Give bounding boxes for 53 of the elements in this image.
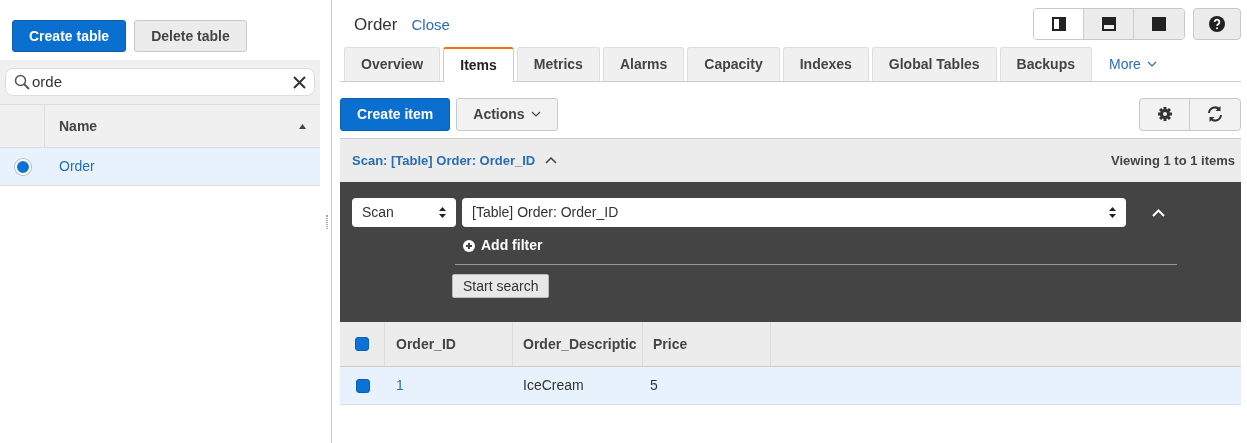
full-view-button[interactable] bbox=[1134, 9, 1184, 39]
split-horizontal-icon bbox=[1101, 17, 1116, 31]
help-icon bbox=[1209, 16, 1225, 32]
column-header[interactable]: Name bbox=[59, 115, 98, 137]
column-header[interactable]: Price bbox=[653, 333, 688, 355]
tab[interactable]: Alarms bbox=[602, 47, 685, 81]
item-count: Viewing 1 to 1 items bbox=[1110, 151, 1236, 170]
checkbox[interactable] bbox=[355, 378, 370, 393]
updown-icon bbox=[1109, 207, 1116, 218]
tab[interactable]: Backups bbox=[999, 47, 1092, 81]
split-vertical-icon bbox=[1051, 17, 1066, 31]
chevron-up-icon[interactable] bbox=[545, 157, 558, 164]
tab[interactable]: Items bbox=[443, 47, 514, 82]
resize-handle-icon[interactable] bbox=[325, 214, 328, 229]
close-icon[interactable] bbox=[293, 75, 306, 89]
column-header[interactable]: Order_ID bbox=[396, 333, 456, 355]
table-title: Order bbox=[354, 14, 398, 36]
start-search-button[interactable]: Start search bbox=[452, 274, 550, 298]
help-button[interactable] bbox=[1193, 8, 1241, 40]
item-link[interactable]: 1 bbox=[396, 377, 404, 393]
radio-button[interactable] bbox=[14, 158, 31, 175]
delete-table-button[interactable]: Delete table bbox=[134, 20, 247, 52]
create-item-button[interactable]: Create item bbox=[340, 97, 451, 131]
refresh-icon bbox=[1206, 105, 1224, 123]
chevron-down-icon bbox=[530, 111, 541, 117]
plus-circle-icon bbox=[463, 239, 475, 252]
chevron-down-icon bbox=[1146, 61, 1157, 67]
add-filter-button[interactable]: Add filter bbox=[481, 235, 543, 256]
split-horizontal-view-button[interactable] bbox=[1084, 9, 1134, 39]
tab[interactable]: Global Tables bbox=[871, 47, 997, 81]
tab[interactable]: Overview bbox=[344, 47, 441, 81]
search-icon bbox=[14, 74, 30, 90]
sort-arrow-icon bbox=[299, 123, 306, 129]
search-bar[interactable]: orde bbox=[5, 68, 315, 96]
column-header[interactable]: Order_Descriptic bbox=[523, 333, 637, 355]
table-name-link[interactable]: Order bbox=[45, 156, 95, 177]
updown-icon bbox=[439, 207, 446, 218]
table-cell: IceCream bbox=[523, 377, 584, 393]
settings-icon bbox=[1157, 107, 1172, 121]
scan-mode-select[interactable]: Scan bbox=[352, 198, 456, 227]
close-link[interactable]: Close bbox=[411, 14, 450, 37]
checkbox[interactable] bbox=[355, 337, 369, 351]
scan-summary-link[interactable]: Scan: [Table] Order: Order_ID bbox=[352, 150, 536, 171]
table-cell: 5 bbox=[650, 377, 658, 393]
more-tab[interactable]: More bbox=[1094, 47, 1171, 81]
create-table-button[interactable]: Create table bbox=[12, 20, 127, 52]
index-select[interactable]: [Table] Order: Order_ID bbox=[462, 198, 1126, 227]
split-vertical-view-button[interactable] bbox=[1034, 9, 1084, 39]
tab[interactable]: Capacity bbox=[687, 47, 780, 81]
tab[interactable]: Indexes bbox=[782, 47, 869, 81]
square-icon bbox=[1152, 17, 1166, 31]
tab[interactable]: Metrics bbox=[516, 47, 600, 81]
actions-dropdown[interactable]: Actions bbox=[456, 97, 558, 131]
